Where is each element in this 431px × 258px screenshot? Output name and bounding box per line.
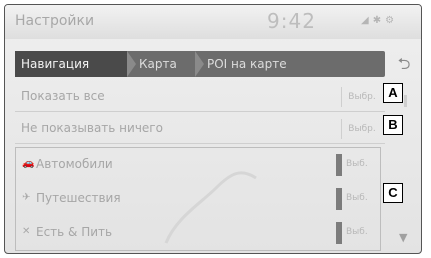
- category-item-travel[interactable]: ✈ Путешествия Выб.: [16, 182, 380, 216]
- category-item-cars[interactable]: 🚗 Автомобили Выб.: [16, 148, 380, 182]
- category-select-button[interactable]: Выб.: [346, 159, 368, 169]
- food-icon: ✕: [22, 226, 31, 237]
- category-toggle-indicator: [336, 222, 342, 244]
- breadcrumb-map[interactable]: Карта: [129, 51, 195, 77]
- callout-c: C: [383, 183, 403, 203]
- show-nothing-option[interactable]: Не показывать ничего Выбр.: [15, 115, 385, 144]
- back-arrow-icon: ⮌: [397, 54, 411, 73]
- breadcrumb-navigation[interactable]: Навигация: [15, 51, 127, 77]
- back-button[interactable]: ⮌: [393, 53, 415, 75]
- status-icons: ◢ ✱ ⚙: [361, 15, 394, 26]
- settings-screen: Настройки 9:42 ◢ ✱ ⚙ Навигация Карта POI…: [4, 4, 422, 254]
- callout-b: B: [383, 115, 403, 135]
- breadcrumb-poi[interactable]: POI на карте: [197, 51, 385, 77]
- travel-icon: ✈: [22, 192, 31, 203]
- poi-category-list: 🚗 Автомобили Выб. ✈ Путешествия Выб. ✕ Е…: [15, 147, 381, 251]
- screen-title: Настройки: [15, 13, 95, 29]
- show-all-select-button[interactable]: Выбр.: [341, 87, 382, 107]
- show-nothing-label: Не показывать ничего: [21, 121, 163, 135]
- scroll-down-icon[interactable]: ▼: [399, 231, 407, 244]
- show-nothing-select-button[interactable]: Выбр.: [341, 119, 382, 139]
- status-bar: Настройки 9:42 ◢ ✱ ⚙: [5, 5, 421, 39]
- category-toggle-indicator: [336, 154, 342, 176]
- show-all-label: Показать все: [21, 89, 105, 103]
- signal-icon: ◢: [361, 15, 369, 26]
- breadcrumb: Навигация Карта POI на карте: [15, 51, 385, 77]
- category-item-food[interactable]: ✕ Есть & Пить Выб.: [16, 216, 380, 250]
- category-label: Есть & Пить: [36, 225, 113, 239]
- scroll-indicator: [404, 95, 407, 107]
- category-label: Автомобили: [36, 157, 113, 171]
- car-icon: 🚗: [22, 158, 35, 169]
- category-toggle-indicator: [336, 188, 342, 210]
- category-select-button[interactable]: Выб.: [346, 227, 368, 237]
- settings-icon: ⚙: [385, 15, 395, 26]
- bluetooth-icon: ✱: [372, 15, 382, 26]
- category-label: Путешествия: [36, 191, 121, 205]
- show-all-option[interactable]: Показать все Выбр.: [15, 83, 385, 112]
- callout-a: A: [383, 83, 403, 103]
- category-select-button[interactable]: Выб.: [346, 193, 368, 203]
- clock: 9:42: [267, 9, 316, 33]
